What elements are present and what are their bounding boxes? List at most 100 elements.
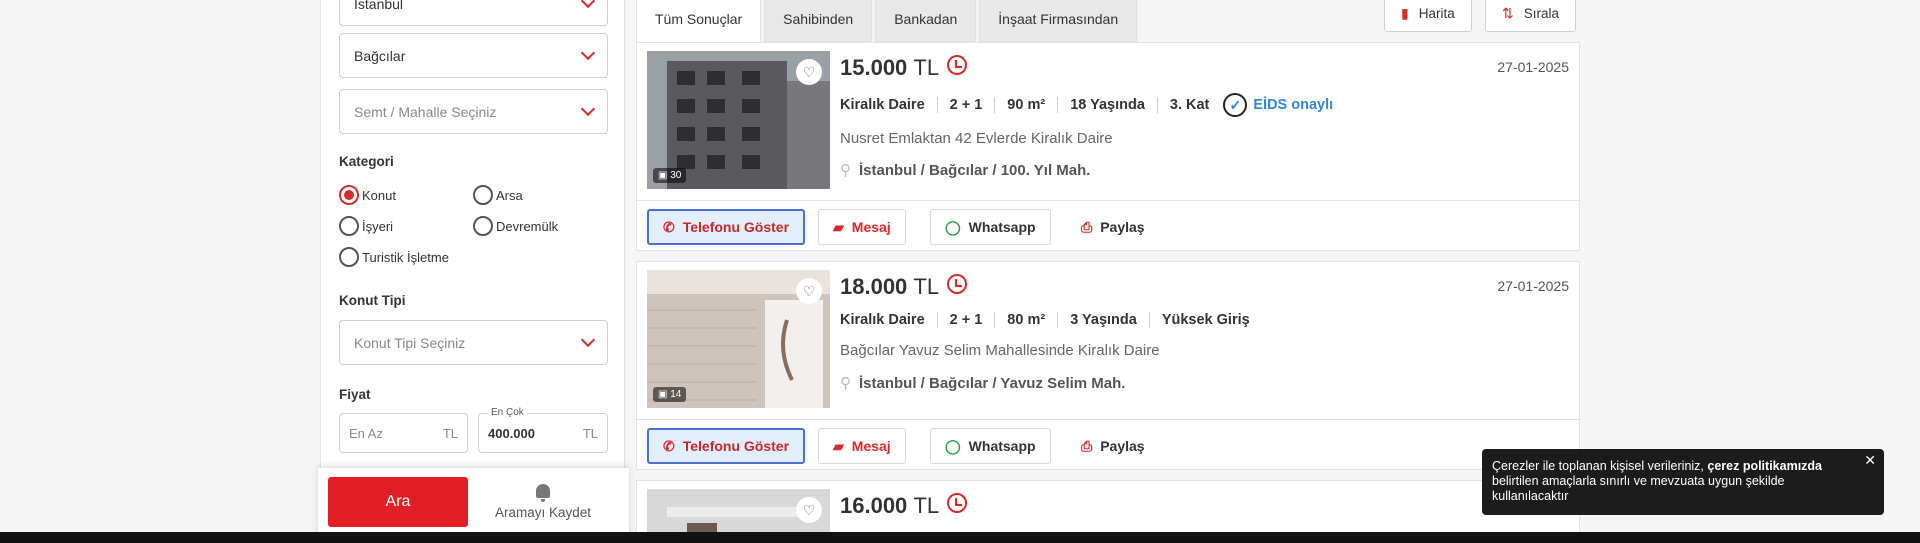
share-icon: ⎙ — [1081, 218, 1093, 235]
price-min-input[interactable]: En Az TL — [339, 413, 468, 453]
share-button[interactable]: ⎙ Paylaş — [1067, 209, 1159, 245]
category-radio-arsa[interactable]: Arsa — [473, 185, 523, 205]
neighborhood-placeholder: Semt / Mahalle Seçiniz — [354, 103, 497, 120]
listing-actions: ✆ Telefonu Göster ▰ Mesaj ◯ Whatsapp ⎙ Payla… — [637, 200, 1581, 252]
cookie-notice: Çerezler ile toplanan kişisel verilerini… — [1482, 449, 1884, 515]
message-button[interactable]: ▰ Mesaj — [818, 428, 906, 464]
listing-price: 16.000 TL — [840, 493, 939, 519]
cookie-text-start: Çerezler ile toplanan kişisel verilerini… — [1492, 459, 1708, 473]
category-radio-turistik[interactable]: Turistik İşletme — [339, 247, 449, 267]
map-label: Harita — [1418, 5, 1455, 21]
cookie-text-end: belirtilen amaçlarla sınırlı ve mevzuata… — [1492, 474, 1785, 503]
chevron-down-icon — [580, 45, 596, 60]
share-icon: ⎙ — [1081, 437, 1093, 454]
map-button[interactable]: ▮ Harita — [1384, 0, 1472, 32]
cookie-policy-link[interactable]: çerez politikamızda — [1707, 459, 1822, 473]
price-max-value: 400.000 — [488, 425, 535, 441]
photo-count-badge: ▣ 30 — [653, 168, 687, 183]
favorite-heart-icon[interactable]: ♡ — [796, 497, 822, 523]
location-pin-icon: ⚲ — [840, 375, 851, 392]
listing-actions: ✆ Telefonu Göster ▰ Mesaj ◯ Whatsapp ⎙ Payla… — [637, 419, 1581, 471]
housing-type-select[interactable]: Konut Tipi Seçiniz — [339, 320, 608, 365]
tab-all-results[interactable]: Tüm Sonuçlar — [636, 0, 762, 42]
eids-label: EİDS onaylı — [1253, 97, 1334, 113]
phone-icon: ✆ — [663, 437, 675, 454]
message-label: Mesaj — [851, 438, 891, 454]
listing-features: Kiralık Daire 2 + 1 90 m² 18 Yaşında 3. … — [840, 93, 1333, 117]
currency-unit: TL — [442, 425, 458, 441]
chevron-down-icon — [580, 332, 596, 347]
listing-card[interactable]: ♡ ▣ 14 18.000 TL 27-01-2025 Kiralık Dair… — [636, 261, 1581, 471]
whatsapp-label: Whatsapp — [968, 219, 1036, 235]
seller-type-tabs: Tüm Sonuçlar Sahibinden Bankadan İnşaat … — [636, 0, 1140, 42]
save-search-button[interactable]: Aramayı Kaydet — [483, 480, 603, 530]
category-label: Kategori — [339, 154, 394, 169]
whatsapp-button[interactable]: ◯ Whatsapp — [930, 428, 1051, 464]
category-radio-konut[interactable]: Konut — [339, 185, 396, 205]
radio-selected-icon — [339, 185, 359, 205]
price-max-input[interactable]: 400.000 TL — [478, 413, 608, 453]
message-button[interactable]: ▰ Mesaj — [818, 209, 906, 245]
sort-button[interactable]: ⇅ Sırala — [1485, 0, 1577, 32]
feature-age: 18 Yaşında — [1057, 97, 1157, 113]
city-value: İstanbul — [354, 0, 404, 12]
phone-label: Telefonu Göster — [682, 219, 790, 235]
favorite-heart-icon[interactable]: ♡ — [796, 59, 822, 85]
district-select[interactable]: Bağcılar — [339, 33, 608, 78]
listing-photo[interactable]: ♡ ▣ 14 — [647, 270, 830, 408]
price-history-icon[interactable] — [947, 55, 967, 75]
show-phone-button[interactable]: ✆ Telefonu Göster — [647, 428, 806, 464]
listing-features: Kiralık Daire 2 + 1 80 m² 3 Yaşında Yüks… — [840, 312, 1262, 328]
message-icon: ▰ — [833, 218, 844, 235]
listing-title[interactable]: Nusret Emlaktan 42 Evlerde Kiralık Daire — [840, 130, 1113, 147]
city-select[interactable]: İstanbul — [339, 0, 608, 26]
sort-icon: ⇅ — [1502, 4, 1514, 21]
phone-label: Telefonu Göster — [682, 438, 790, 454]
message-label: Mesaj — [851, 219, 891, 235]
radio-icon — [473, 185, 493, 205]
location-text: İstanbul / Bağcılar / Yavuz Selim Mah. — [859, 375, 1126, 392]
feature-rooms: 2 + 1 — [936, 97, 995, 113]
neighborhood-select[interactable]: Semt / Mahalle Seçiniz — [339, 89, 608, 134]
location-pin-icon: ⚲ — [840, 162, 851, 179]
save-search-label: Aramayı Kaydet — [494, 505, 592, 520]
eids-badge: ✓ EİDS onaylı — [1223, 93, 1333, 117]
radio-icon — [473, 216, 493, 236]
listing-price: 18.000 TL — [840, 274, 939, 300]
whatsapp-icon: ◯ — [945, 437, 961, 454]
show-phone-button[interactable]: ✆ Telefonu Göster — [647, 209, 806, 245]
share-button[interactable]: ⎙ Paylaş — [1067, 428, 1159, 464]
radio-label: Devremülk — [496, 218, 559, 234]
housing-type-label: Konut Tipi — [339, 293, 406, 308]
listing-photo[interactable]: ♡ ▣ 30 — [647, 51, 830, 189]
feature-floor: 3. Kat — [1156, 97, 1222, 113]
tab-bank[interactable]: Bankadan — [875, 0, 977, 42]
sort-label: Sırala — [1523, 5, 1560, 21]
price-history-icon[interactable] — [947, 493, 967, 513]
whatsapp-button[interactable]: ◯ Whatsapp — [930, 209, 1051, 245]
housing-type-placeholder: Konut Tipi Seçiniz — [354, 334, 466, 351]
tab-construction[interactable]: İnşaat Firmasından — [979, 0, 1138, 42]
category-radio-isyeri[interactable]: İşyeri — [339, 216, 393, 236]
category-radio-devremulk[interactable]: Devremülk — [473, 216, 558, 236]
bottom-edge-bar — [0, 532, 1920, 543]
listing-date: 27-01-2025 — [1497, 59, 1569, 75]
listing-card[interactable]: ♡ ▣ 30 15.000 TL 27-01-2025 Kiralık Dair… — [636, 42, 1581, 252]
photo-count: 30 — [670, 170, 682, 181]
favorite-heart-icon[interactable]: ♡ — [796, 278, 822, 304]
feature-floor: Yüksek Giriş — [1148, 312, 1262, 328]
photo-count: 14 — [670, 389, 682, 400]
listing-title[interactable]: Bağcılar Yavuz Selim Mahallesinde Kiralı… — [840, 342, 1160, 359]
feature-type: Kiralık Daire — [840, 97, 925, 113]
search-button[interactable]: Ara — [328, 477, 468, 527]
price-min-placeholder: En Az — [349, 425, 383, 441]
feature-type: Kiralık Daire — [840, 312, 925, 328]
filter-panel: İstanbul Bağcılar Semt / Mahalle Seçiniz… — [320, 0, 625, 540]
price-currency: TL — [913, 493, 940, 518]
tab-owner[interactable]: Sahibinden — [764, 0, 873, 42]
photo-count-badge: ▣ 14 — [653, 387, 687, 402]
price-history-icon[interactable] — [947, 274, 967, 294]
whatsapp-icon: ◯ — [945, 218, 961, 235]
price-value: 15.000 — [840, 55, 908, 80]
close-icon[interactable]: ✕ — [1864, 453, 1876, 468]
